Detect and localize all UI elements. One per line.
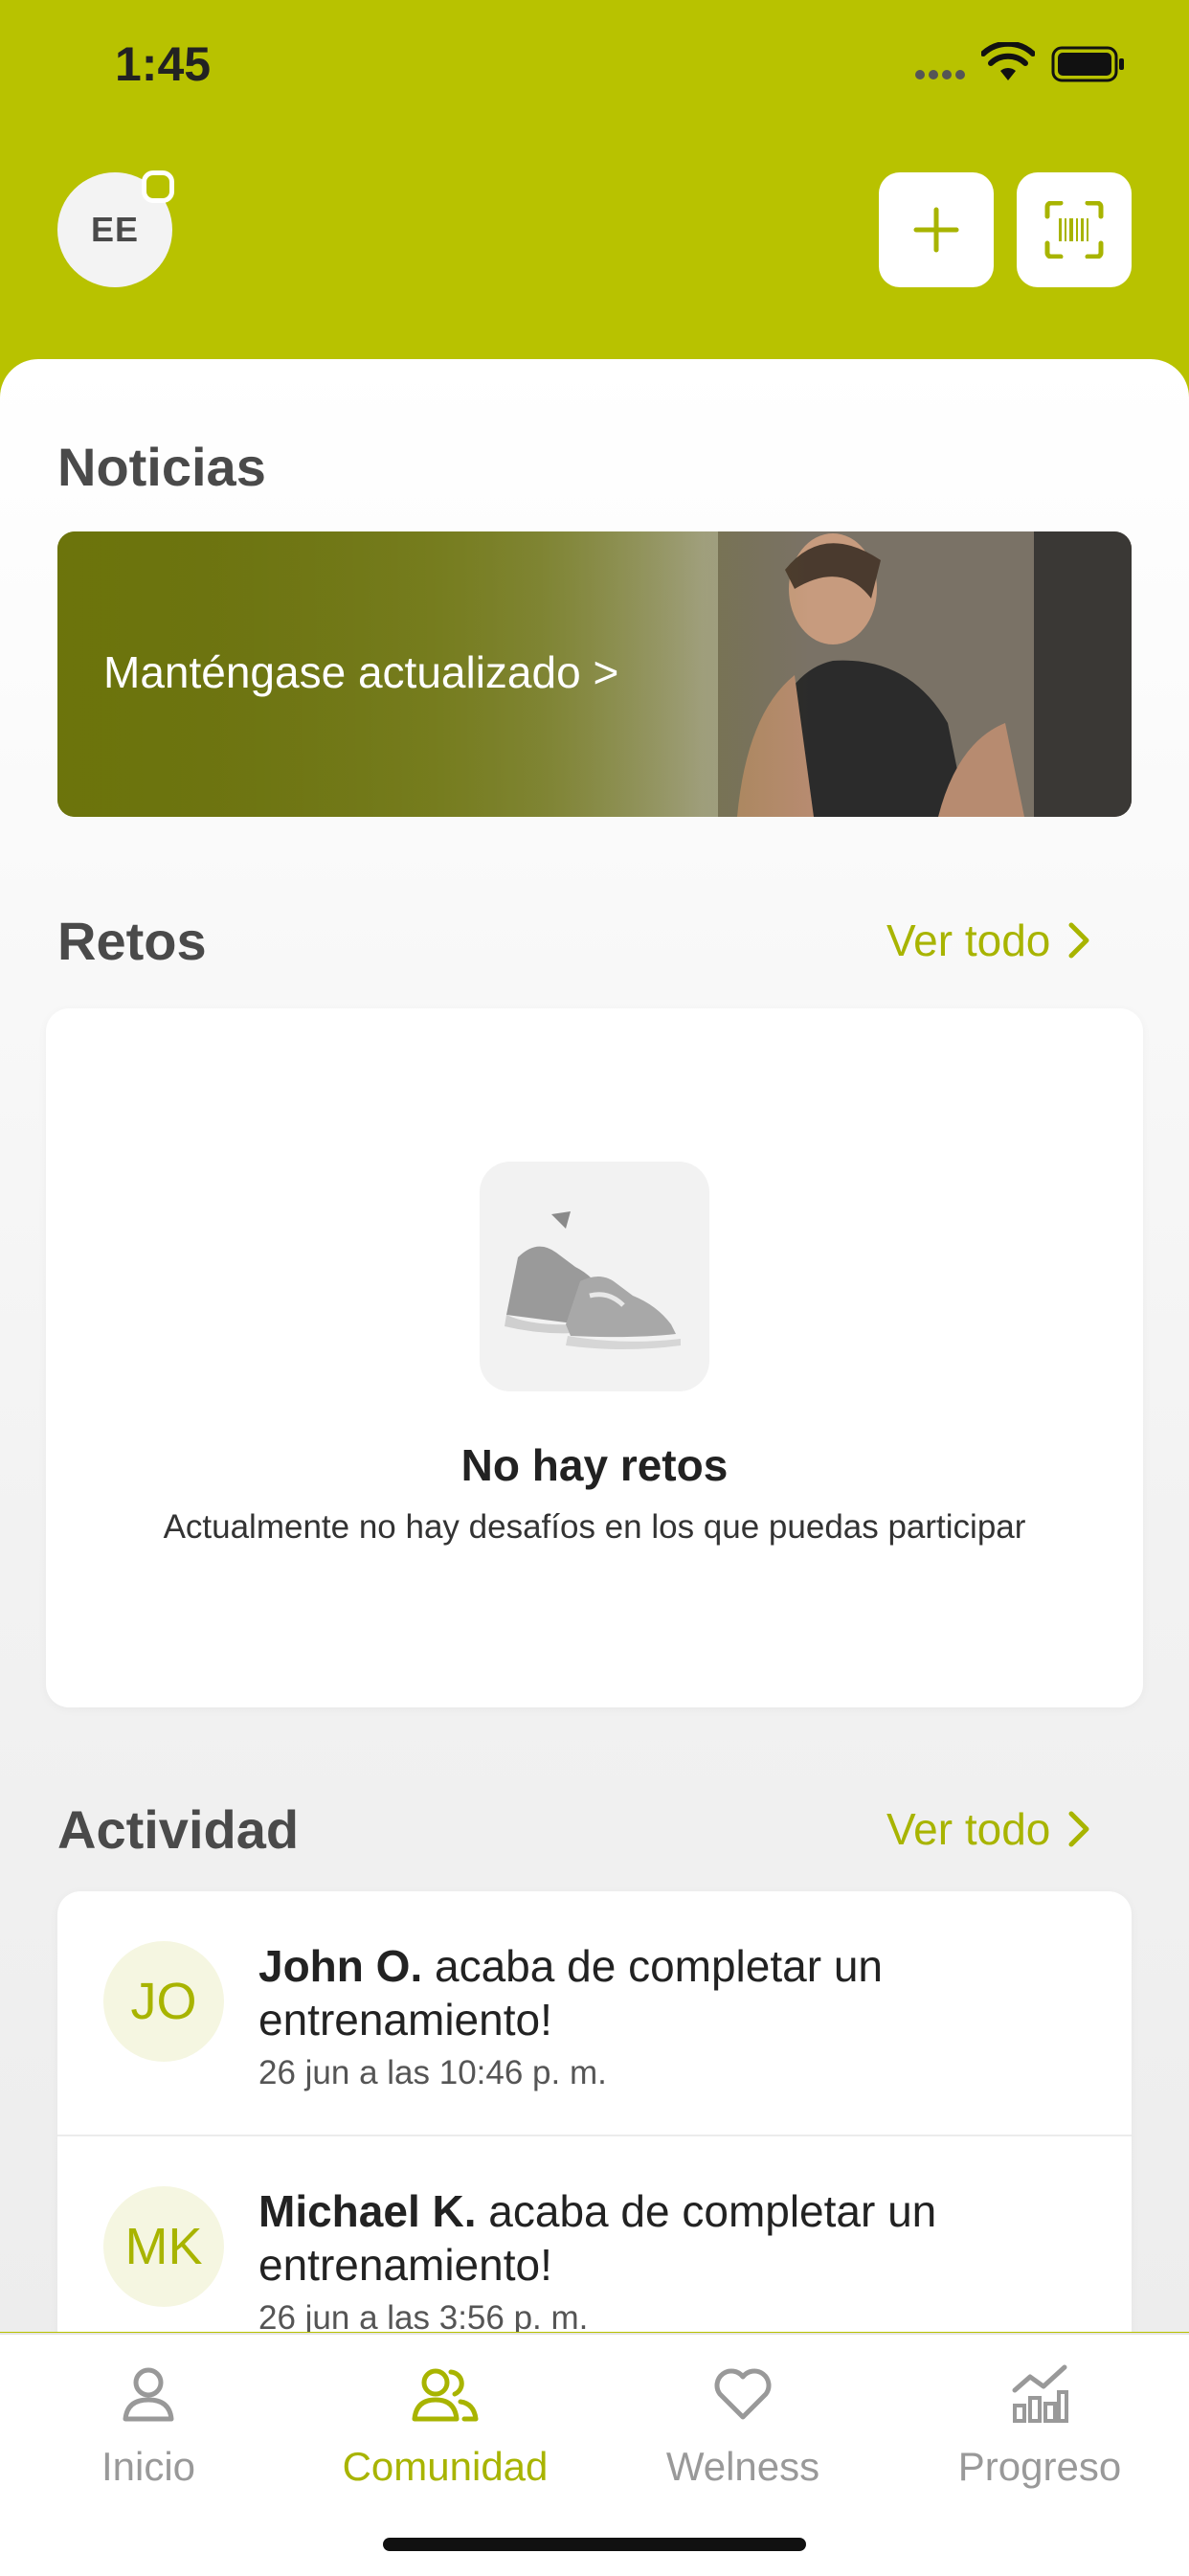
news-banner-text: Manténgase actualizado >: [103, 647, 619, 697]
activity-avatar: MK: [103, 2186, 224, 2307]
activity-see-all-label: Ver todo: [886, 1804, 1051, 1854]
notification-dot: [142, 170, 174, 203]
activity-text: Michael K. acaba de completar un entrena…: [258, 2184, 1082, 2292]
activity-user-name: John O.: [258, 1941, 423, 1991]
heart-icon: [714, 2368, 772, 2420]
tab-progreso[interactable]: Progreso: [906, 2356, 1174, 2490]
add-button[interactable]: [879, 172, 994, 287]
activity-user-name: Michael K.: [258, 2186, 477, 2236]
activity-card: JO John O. acaba de completar un entrena…: [57, 1891, 1132, 2332]
activity-avatar: JO: [103, 1941, 224, 2062]
status-bar: 1:45: [0, 0, 1189, 134]
news-banner[interactable]: Manténgase actualizado >: [57, 531, 1132, 817]
header: EE: [0, 134, 1189, 364]
battery-icon: [1051, 46, 1124, 82]
tab-label: Comunidad: [342, 2444, 549, 2489]
challenges-title: Retos: [57, 911, 207, 971]
activity-see-all-link[interactable]: Ver todo: [886, 1803, 1090, 1855]
tab-comunidad[interactable]: Comunidad: [311, 2356, 579, 2490]
plus-icon: [913, 207, 959, 253]
empty-state-description: Actualmente no hay desafíos en los que p…: [163, 1508, 1026, 1546]
challenges-see-all-label: Ver todo: [886, 915, 1051, 965]
tab-label: Welness: [665, 2444, 820, 2489]
main-content: Noticias Manténgase actualizado > Retos …: [0, 359, 1189, 2332]
cellular-signal-icon: [915, 70, 965, 79]
challenges-card: No hay retos Actualmente no hay desafíos…: [46, 1008, 1143, 1707]
wifi-icon: [981, 42, 1035, 80]
person-icon: [123, 2367, 174, 2422]
challenges-see-all-link[interactable]: Ver todo: [886, 915, 1090, 966]
tab-label: Inicio: [101, 2444, 196, 2489]
sneakers-icon: [480, 1162, 709, 1391]
empty-state-title: No hay retos: [460, 1440, 729, 1490]
news-title: Noticias: [57, 437, 266, 497]
tab-label: Progreso: [957, 2444, 1122, 2489]
activity-text: John O. acaba de completar un entrenamie…: [258, 1939, 1082, 2046]
tab-welness[interactable]: Welness: [609, 2356, 877, 2490]
status-time: 1:45: [115, 37, 212, 91]
avatar-initials: EE: [90, 210, 140, 249]
people-icon: [412, 2368, 479, 2422]
activity-timestamp: 26 jun a las 3:56 p. m.: [258, 2299, 589, 2332]
activity-item[interactable]: JO John O. acaba de completar un entrena…: [57, 1891, 1132, 2135]
barcode-scan-icon: [1044, 201, 1104, 259]
activity-item[interactable]: MK Michael K. acaba de completar un entr…: [57, 2135, 1132, 2332]
chevron-right-icon: [1068, 922, 1089, 959]
chart-icon: [1012, 2364, 1068, 2423]
activity-title: Actividad: [57, 1799, 300, 1860]
home-indicator: [383, 2538, 806, 2551]
chevron-right-icon: [1068, 1811, 1089, 1847]
tab-inicio[interactable]: Inicio: [14, 2356, 282, 2490]
activity-timestamp: 26 jun a las 10:46 p. m.: [258, 2054, 607, 2091]
scan-button[interactable]: [1017, 172, 1132, 287]
